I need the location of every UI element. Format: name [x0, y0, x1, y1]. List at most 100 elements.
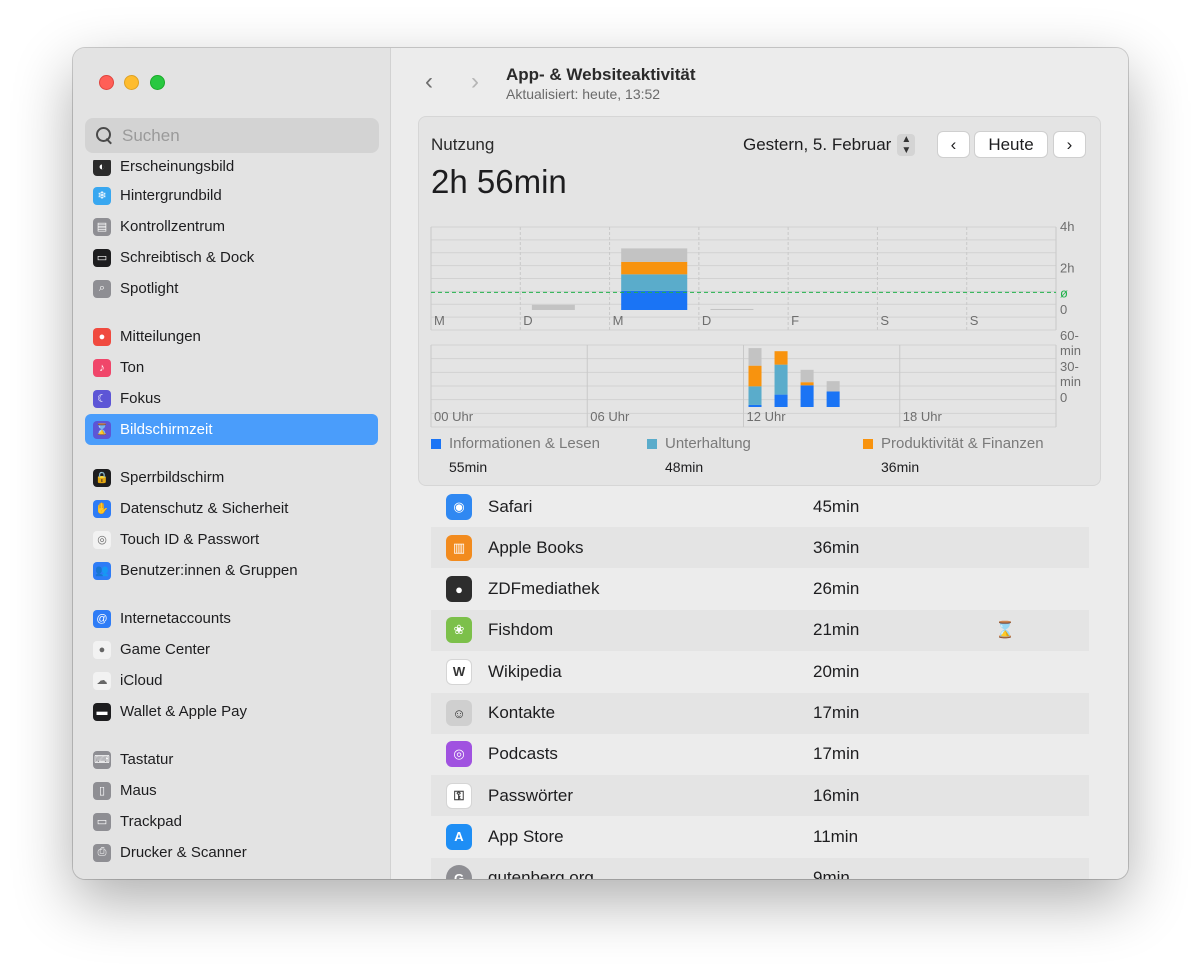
back-button[interactable]: ‹ [417, 70, 441, 94]
main-panel: ‹ › App- & Websiteaktivität Aktualisiert… [391, 48, 1128, 879]
hour-bar [774, 351, 788, 365]
app-row[interactable]: ☺ Kontakte 17min [431, 692, 1089, 734]
hour-bar [774, 394, 788, 407]
forward-button[interactable]: › [463, 70, 487, 94]
app-row[interactable]: ⚿ Passwörter 16min [431, 775, 1089, 817]
average-symbol: ø [1060, 285, 1068, 300]
sidebar-item-label: Erscheinungsbild [120, 160, 235, 175]
hour-tick-label: 00 Uhr [434, 409, 474, 424]
books-icon: ▥ [446, 534, 472, 561]
sidebar-item[interactable]: ❄ Hintergrundbild [85, 180, 378, 211]
screen-time-icon: ⌛ [93, 420, 111, 439]
app-time: 17min [813, 744, 860, 764]
usage-card: Nutzung 2h 56min Gestern, 5. Februar ▲ ▼ … [418, 116, 1101, 486]
app-time: 21min [813, 620, 860, 640]
sidebar-item[interactable]: ▭ Schreibtisch & Dock [85, 242, 378, 273]
app-time: 36min [813, 537, 860, 557]
sidebar-item[interactable]: ▤ Kontrollzentrum [85, 211, 378, 242]
app-time: 9min [813, 868, 850, 879]
spotlight-icon: ⌕ [93, 279, 111, 298]
sidebar-item-label: Tastatur [120, 751, 174, 768]
fingerprint-icon: ◎ [93, 530, 111, 549]
app-name: Passwörter [488, 785, 574, 805]
search-box[interactable] [85, 118, 379, 153]
users-icon: 👥 [93, 561, 111, 580]
app-row[interactable]: W Wikipedia 20min [431, 651, 1089, 692]
legend-swatch [863, 438, 873, 449]
hour-bar [748, 386, 762, 405]
week-bar [621, 261, 688, 275]
week-bar [621, 248, 688, 262]
sidebar-item[interactable]: ⌨ Tastatur [85, 744, 378, 775]
game-center-icon: ● [93, 640, 111, 659]
sidebar-item[interactable]: ✋ Datenschutz & Sicherheit [85, 493, 378, 524]
app-name: ZDFmediathek [488, 579, 600, 599]
sidebar-item-label: Spotlight [120, 280, 179, 297]
week-bar [621, 290, 688, 310]
sidebar-item[interactable]: ▯ Maus [85, 775, 378, 806]
sidebar-item-label: iCloud [120, 672, 163, 689]
app-row[interactable]: ◉ Safari 45min [431, 488, 1089, 527]
sidebar-list: ◐ Erscheinungsbild ❄ Hintergrundbild ▤ Kontro… [73, 160, 391, 879]
sidebar-item[interactable]: @ Internetaccounts [85, 603, 378, 634]
app-time: 17min [813, 703, 860, 722]
hour-bar [800, 385, 814, 407]
sidebar-item[interactable]: ⎙ Drucker & Scanner [85, 837, 378, 868]
sidebar-item-label: Kontrollzentrum [120, 218, 226, 235]
sidebar-item-label: Drucker & Scanner [120, 844, 247, 861]
close-window-button[interactable] [99, 75, 114, 90]
sidebar-item[interactable]: ☁ iCloud [85, 665, 378, 696]
sidebar-item[interactable]: 👥 Benutzer:innen & Gruppen [85, 555, 378, 586]
app-name: Safari [488, 496, 533, 516]
hour-bar [748, 365, 762, 387]
week-tick-label: S [970, 313, 979, 328]
sidebar-item[interactable]: ▬ Wallet & Apple Pay [85, 696, 378, 727]
legend-swatch [647, 438, 657, 449]
sidebar-item-label: Benutzer:innen & Gruppen [120, 562, 298, 579]
app-row[interactable]: A App Store 11min [431, 816, 1089, 857]
zoom-window-button[interactable] [150, 75, 165, 90]
minimize-window-button[interactable] [124, 75, 139, 90]
app-row[interactable]: ▥ Apple Books 36min [431, 527, 1089, 569]
sidebar-item[interactable]: ▭ Trackpad [85, 806, 378, 837]
sidebar-item-label: Trackpad [120, 813, 182, 830]
week-tick-label: D [523, 313, 532, 328]
sidebar-item[interactable]: ☾ Fokus [85, 383, 378, 414]
sidebar-item-label: Maus [120, 782, 157, 799]
legend-item: Unterhaltung [647, 435, 751, 452]
app-time: 11min [813, 826, 859, 846]
sidebar-item[interactable]: ⌛ Bildschirmzeit [85, 414, 378, 445]
sidebar-item[interactable]: ● Mitteilungen [85, 321, 378, 352]
sidebar-item[interactable]: 🔒 Sperrbildschirm [85, 462, 378, 493]
app-row[interactable]: ● ZDFmediathek 26min [431, 569, 1089, 610]
wikipedia-icon: W [446, 658, 472, 685]
settings-window: ◐ Erscheinungsbild ❄ Hintergrundbild ▤ Kontro… [73, 48, 1128, 879]
sidebar-item-label: Schreibtisch & Dock [120, 249, 255, 266]
wallpaper-icon: ❄ [93, 186, 111, 205]
app-time: 26min [813, 579, 860, 599]
week-tick-label: D [702, 313, 711, 328]
passwords-icon: ⚿ [446, 782, 472, 809]
search-input[interactable] [122, 125, 362, 146]
privacy-hand-icon: ✋ [93, 499, 111, 518]
week-tick-label: F [791, 313, 799, 328]
sidebar-item[interactable]: ◐ Erscheinungsbild [85, 160, 378, 182]
app-row[interactable]: ❀ Fishdom 21min ⌛ [431, 609, 1089, 651]
app-row[interactable]: ◎ Podcasts 17min [431, 734, 1089, 775]
app-row[interactable]: Ggutenberg.org 9min [431, 857, 1089, 879]
sidebar-item-label: Ton [120, 359, 145, 376]
podcasts-icon: ◎ [446, 741, 472, 768]
hourglass-icon[interactable]: ⌛ [995, 620, 1015, 640]
search-icon [94, 125, 116, 147]
week-y-tick: 2h [1060, 261, 1074, 276]
sidebar-item[interactable]: ◎ Touch ID & Passwort [85, 524, 378, 555]
hour-bar [748, 404, 762, 407]
sidebar: ◐ Erscheinungsbild ❄ Hintergrundbild ▤ Kontro… [73, 48, 391, 879]
week-tick-label: S [880, 313, 889, 328]
sidebar-item[interactable]: ⌕ Spotlight [85, 273, 378, 304]
legend-label: Informationen & Lesen [449, 435, 600, 452]
usage-charts: M D M D F S Sø 4h 2h 0 00 Uhr 06 Uhr 12 Uhr 18 Uhr 60-… [430, 219, 1081, 428]
sidebar-item[interactable]: ♪ Ton [85, 352, 378, 383]
legend-label: Unterhaltung [665, 435, 751, 452]
sidebar-item[interactable]: ● Game Center [85, 634, 378, 665]
